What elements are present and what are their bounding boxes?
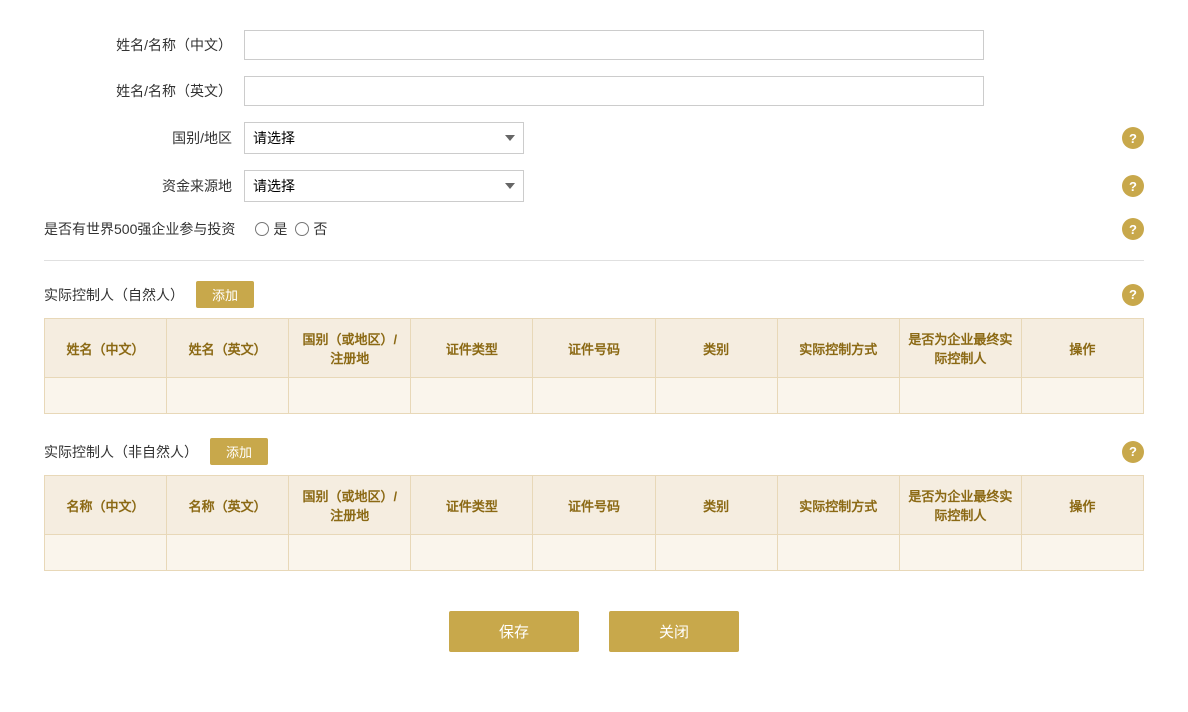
natural-person-table: 姓名（中文） 姓名（英文） 国别（或地区）/注册地 证件类型 证件号码 类别 实… [44, 318, 1144, 414]
natural-person-empty-row [45, 378, 1144, 414]
col-country: 国别（或地区）/注册地 [289, 319, 411, 378]
col-name-cn: 姓名（中文） [45, 319, 167, 378]
non-natural-person-help-icon[interactable]: ? [1122, 441, 1144, 463]
col-name-en: 姓名（英文） [167, 319, 289, 378]
col-operation: 操作 [1021, 319, 1143, 378]
natural-person-table-header-row: 姓名（中文） 姓名（英文） 国别（或地区）/注册地 证件类型 证件号码 类别 实… [45, 319, 1144, 378]
col2-country: 国别（或地区）/注册地 [289, 476, 411, 535]
non-natural-person-table: 名称（中文） 名称（英文） 国别（或地区）/注册地 证件类型 证件号码 类别 实… [44, 475, 1144, 571]
name-cn-label: 姓名/名称（中文） [44, 35, 244, 55]
natural-person-section: 实际控制人（自然人） 添加 ? 姓名（中文） 姓名（英文） 国别（或地区）/注册… [44, 281, 1144, 414]
divider1 [44, 260, 1144, 261]
fund-source-help-icon[interactable]: ? [1122, 175, 1144, 197]
world500-label: 是否有世界500强企业参与投资 [44, 219, 255, 239]
name-en-label: 姓名/名称（英文） [44, 81, 244, 101]
world500-yes-radio[interactable]: 是 [255, 219, 287, 239]
world500-radio-group: 是 否 [255, 219, 327, 239]
world500-row: 是否有世界500强企业参与投资 是 否 ? [44, 218, 1144, 240]
country-help-icon[interactable]: ? [1122, 127, 1144, 149]
non-natural-person-add-button[interactable]: 添加 [210, 438, 268, 465]
non-natural-person-section: 实际控制人（非自然人） 添加 ? 名称（中文） 名称（英文） 国别（或地区）/注… [44, 438, 1144, 571]
close-button[interactable]: 关闭 [609, 611, 739, 652]
non-natural-person-title: 实际控制人（非自然人） [44, 442, 198, 462]
col-cert-type: 证件类型 [411, 319, 533, 378]
world500-no-label: 否 [313, 219, 327, 239]
col2-cert-type: 证件类型 [411, 476, 533, 535]
col2-is-ultimate: 是否为企业最终实际控制人 [899, 476, 1021, 535]
col2-name-cn: 名称（中文） [45, 476, 167, 535]
page-container: 姓名/名称（中文） 姓名/名称（英文） 国别/地区 请选择 ? 资金来源地 请选… [44, 30, 1144, 682]
save-button[interactable]: 保存 [449, 611, 579, 652]
world500-help-icon[interactable]: ? [1122, 218, 1144, 240]
name-cn-row: 姓名/名称（中文） [44, 30, 1144, 60]
col2-operation: 操作 [1021, 476, 1143, 535]
col2-cert-no: 证件号码 [533, 476, 655, 535]
natural-person-header: 实际控制人（自然人） 添加 ? [44, 281, 1144, 308]
fund-source-row: 资金来源地 请选择 ? [44, 170, 1144, 202]
col-cert-no: 证件号码 [533, 319, 655, 378]
name-en-input[interactable] [244, 76, 984, 106]
non-natural-person-table-header-row: 名称（中文） 名称（英文） 国别（或地区）/注册地 证件类型 证件号码 类别 实… [45, 476, 1144, 535]
world500-no-radio[interactable]: 否 [295, 219, 327, 239]
natural-person-help-icon[interactable]: ? [1122, 284, 1144, 306]
country-select[interactable]: 请选择 [244, 122, 524, 154]
col-is-ultimate: 是否为企业最终实际控制人 [899, 319, 1021, 378]
col-control-method: 实际控制方式 [777, 319, 899, 378]
bottom-buttons: 保存 关闭 [44, 611, 1144, 682]
name-en-row: 姓名/名称（英文） [44, 76, 1144, 106]
col2-control-method: 实际控制方式 [777, 476, 899, 535]
country-row: 国别/地区 请选择 ? [44, 122, 1144, 154]
col2-name-en: 名称（英文） [167, 476, 289, 535]
non-natural-person-header: 实际控制人（非自然人） 添加 ? [44, 438, 1144, 465]
col2-category: 类别 [655, 476, 777, 535]
world500-yes-label: 是 [273, 219, 287, 239]
fund-source-label: 资金来源地 [44, 176, 244, 196]
non-natural-person-empty-row [45, 535, 1144, 571]
name-cn-input[interactable] [244, 30, 984, 60]
col-category: 类别 [655, 319, 777, 378]
fund-source-select[interactable]: 请选择 [244, 170, 524, 202]
country-label: 国别/地区 [44, 128, 244, 148]
natural-person-add-button[interactable]: 添加 [196, 281, 254, 308]
natural-person-title: 实际控制人（自然人） [44, 285, 184, 305]
